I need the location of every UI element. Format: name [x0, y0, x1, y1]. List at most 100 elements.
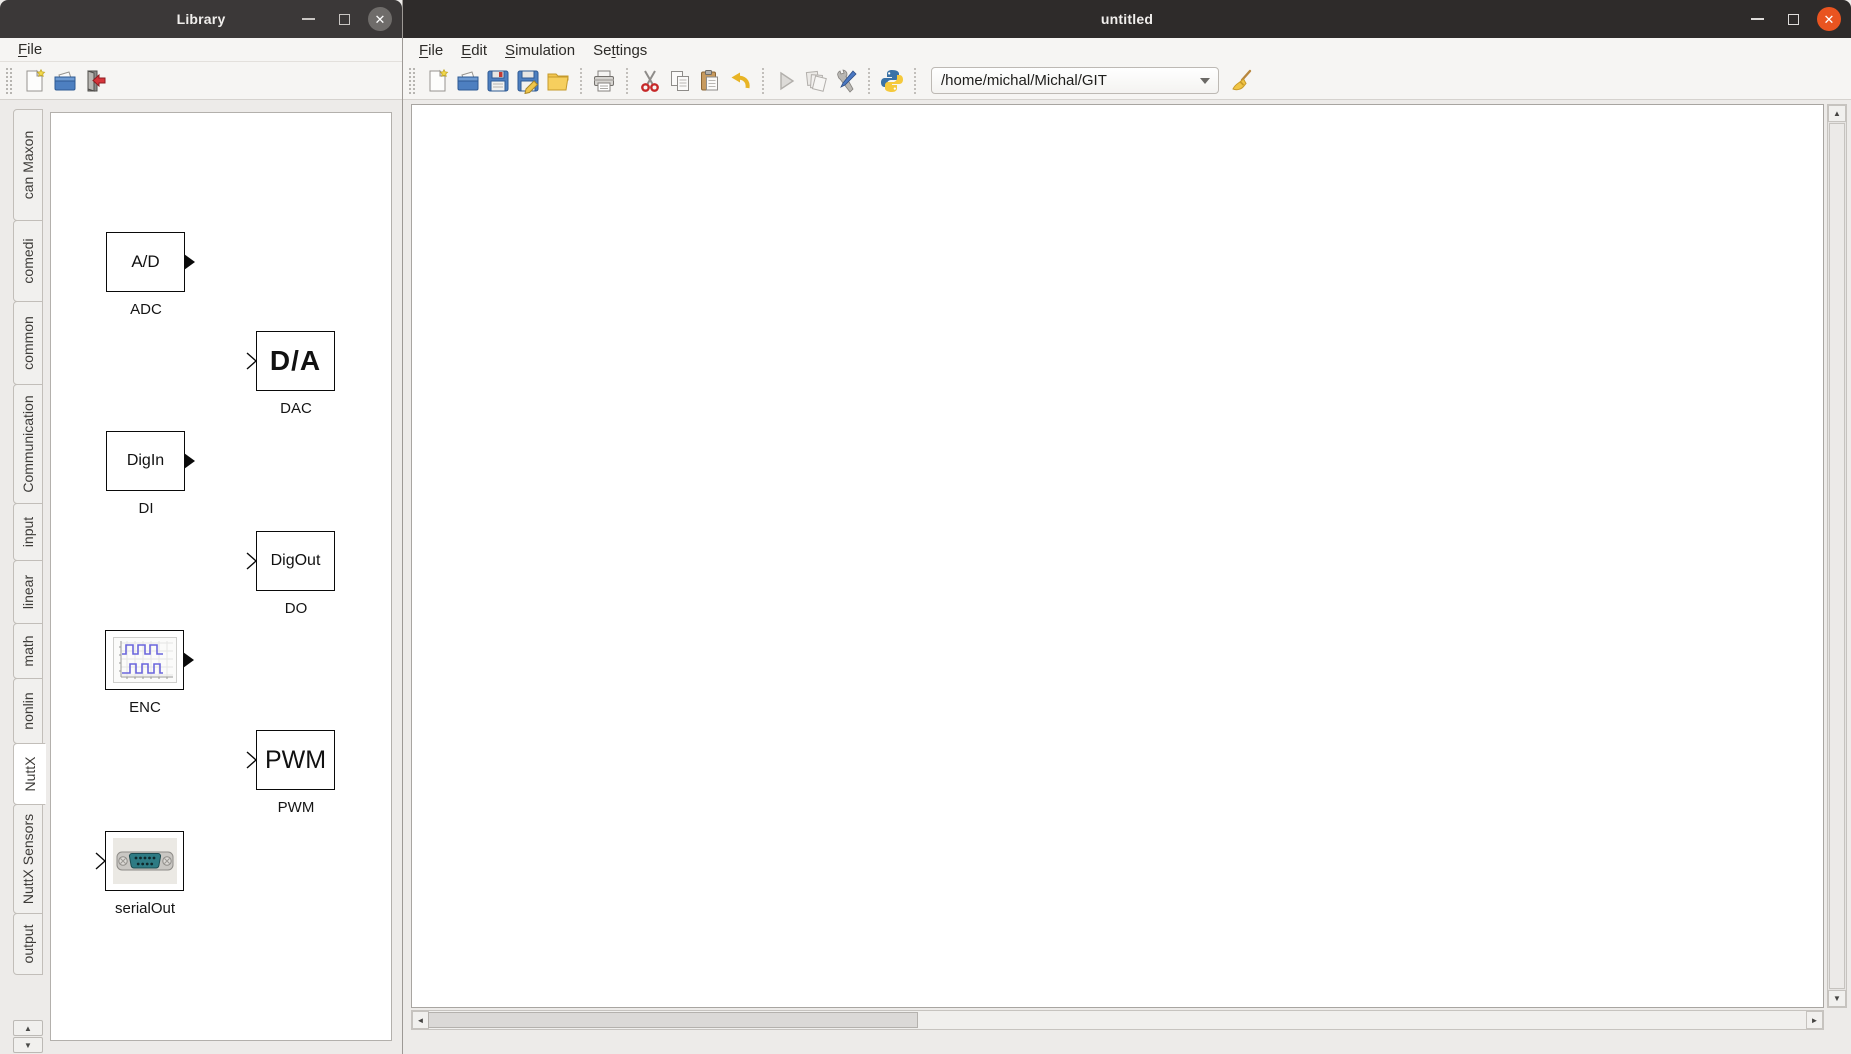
copy-button[interactable] — [665, 66, 695, 96]
main-titlebar[interactable]: untitled ✕ — [403, 0, 1851, 38]
tab-communication[interactable]: Communication — [13, 384, 43, 504]
clean-button[interactable] — [1227, 66, 1257, 96]
library-canvas[interactable]: A/D ADC D/A DAC DigIn DI DigOut DO — [50, 112, 392, 1041]
new-button[interactable] — [423, 66, 453, 96]
library-menubar: File — [0, 38, 402, 62]
toolbar-separator — [868, 68, 870, 94]
diagrams-icon — [803, 68, 829, 94]
diagrams-button[interactable] — [801, 66, 831, 96]
open-library-button[interactable] — [50, 66, 80, 96]
library-tab-strip: can Maxon comedi common Communication in… — [13, 110, 49, 1054]
vertical-scrollbar-thumb[interactable] — [1829, 123, 1845, 989]
toolbar-separator — [762, 68, 764, 94]
minimize-button[interactable] — [1745, 7, 1769, 31]
paste-icon — [697, 68, 723, 94]
menu-simulation[interactable]: Simulation — [497, 40, 583, 61]
tab-nuttx-selected[interactable]: NuttX — [13, 743, 46, 805]
block-enc[interactable] — [105, 630, 184, 690]
horizontal-scrollbar[interactable]: ◄ ► — [411, 1010, 1824, 1030]
input-port-icon — [246, 750, 257, 770]
scroll-up-button[interactable]: ▲ — [1828, 105, 1846, 122]
new-icon — [425, 68, 451, 94]
minimize-icon — [1751, 18, 1764, 20]
tab-scroll-down-button[interactable]: ▼ — [13, 1037, 43, 1053]
tab-nonlin[interactable]: nonlin — [13, 678, 43, 744]
vertical-scrollbar[interactable]: ▲ ▼ — [1827, 104, 1847, 1008]
menu-file[interactable]: File — [411, 40, 451, 61]
toolbar-drag-handle[interactable] — [409, 68, 415, 94]
scroll-right-button[interactable]: ► — [1806, 1011, 1823, 1029]
block-pwm[interactable]: PWM — [256, 730, 335, 790]
main-menubar: File Edit Simulation Settings — [403, 38, 1851, 62]
tab-common[interactable]: common — [13, 301, 43, 385]
arrow-right-icon: ► — [1811, 1016, 1819, 1025]
desktop: Library ✕ File — [0, 0, 1851, 1054]
open-button[interactable] — [453, 66, 483, 96]
tools-button[interactable] — [831, 66, 861, 96]
tab-nuttx-sensors[interactable]: NuttX Sensors — [13, 804, 43, 914]
arrow-down-icon: ▼ — [1833, 994, 1841, 1003]
working-directory-combobox[interactable]: /home/michal/Michal/GIT — [931, 67, 1219, 94]
toolbar-drag-handle[interactable] — [6, 68, 12, 94]
toolbar-separator — [914, 68, 916, 94]
undo-button[interactable] — [725, 66, 755, 96]
save-icon — [485, 68, 511, 94]
arrow-up-icon: ▲ — [1833, 109, 1841, 118]
open-icon — [455, 68, 481, 94]
block-label: DAC — [226, 400, 366, 417]
tab-input[interactable]: input — [13, 503, 43, 561]
run-button[interactable] — [771, 66, 801, 96]
undo-icon — [727, 68, 753, 94]
menu-settings[interactable]: Settings — [585, 40, 655, 61]
input-port-icon — [95, 851, 106, 871]
save-button[interactable] — [483, 66, 513, 96]
maximize-button[interactable] — [332, 7, 356, 31]
block-adc[interactable]: A/D — [106, 232, 185, 292]
cut-button[interactable] — [635, 66, 665, 96]
block-label: serialOut — [75, 900, 215, 917]
tab-comedi[interactable]: comedi — [13, 220, 43, 302]
tab-linear[interactable]: linear — [13, 560, 43, 624]
maximize-button[interactable] — [1781, 7, 1805, 31]
cut-icon — [637, 68, 663, 94]
open-folder-button[interactable] — [543, 66, 573, 96]
library-window-controls: ✕ — [296, 0, 392, 38]
tab-scroll-up-button[interactable]: ▲ — [13, 1020, 43, 1036]
new-model-button[interactable] — [20, 66, 50, 96]
new-model-icon — [22, 68, 48, 94]
paste-button[interactable] — [695, 66, 725, 96]
output-port-icon — [183, 652, 194, 668]
maximize-icon — [1788, 14, 1799, 25]
block-label: ENC — [75, 699, 215, 716]
print-button[interactable] — [589, 66, 619, 96]
chevron-down-icon — [1200, 78, 1210, 84]
close-button[interactable]: ✕ — [1817, 7, 1841, 31]
main-toolbar: /home/michal/Michal/GIT — [403, 62, 1851, 100]
scroll-down-button[interactable]: ▼ — [1828, 990, 1846, 1007]
menu-file[interactable]: File — [10, 39, 50, 60]
exit-library-button[interactable] — [80, 66, 110, 96]
close-button[interactable]: ✕ — [368, 7, 392, 31]
library-toolbar — [0, 62, 402, 100]
working-directory-value: /home/michal/Michal/GIT — [941, 72, 1107, 89]
minimize-icon — [302, 18, 315, 20]
python-button[interactable] — [877, 66, 907, 96]
model-canvas[interactable] — [411, 104, 1824, 1008]
block-digout[interactable]: DigOut — [256, 531, 335, 591]
maximize-icon — [339, 14, 350, 25]
tab-output[interactable]: output — [13, 913, 43, 975]
tab-can-maxon[interactable]: can Maxon — [13, 109, 43, 221]
block-serialout[interactable] — [105, 831, 184, 891]
menu-edit[interactable]: Edit — [453, 40, 495, 61]
save-as-icon — [515, 68, 541, 94]
db9-serial-connector-icon — [113, 838, 177, 884]
tab-math[interactable]: math — [13, 623, 43, 679]
horizontal-scrollbar-thumb[interactable] — [428, 1012, 918, 1028]
minimize-button[interactable] — [296, 7, 320, 31]
block-dac[interactable]: D/A — [256, 331, 335, 391]
block-digin[interactable]: DigIn — [106, 431, 185, 491]
save-as-button[interactable] — [513, 66, 543, 96]
arrow-up-icon: ▲ — [24, 1024, 32, 1033]
library-titlebar[interactable]: Library ✕ — [0, 0, 402, 38]
scroll-left-button[interactable]: ◄ — [412, 1011, 429, 1029]
